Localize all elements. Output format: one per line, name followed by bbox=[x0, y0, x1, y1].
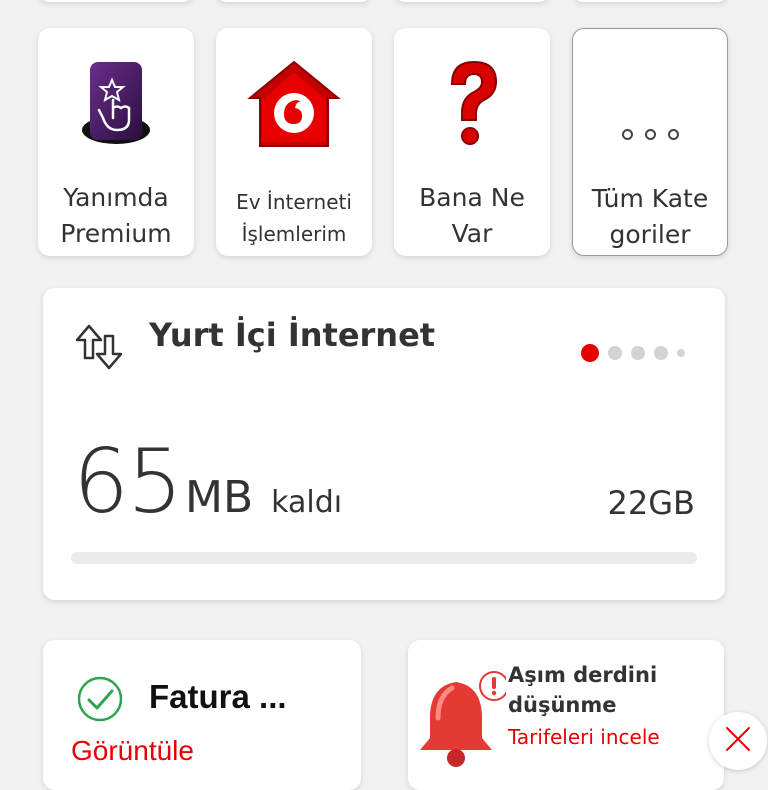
vodafone-home-icon bbox=[216, 58, 372, 178]
tile-label: Yanımda Premium bbox=[60, 183, 172, 248]
remaining-suffix: kaldı bbox=[271, 485, 343, 520]
view-tariffs-link[interactable]: Tarifeleri incele bbox=[508, 725, 660, 749]
question-mark-icon bbox=[394, 58, 550, 178]
close-button[interactable] bbox=[709, 712, 767, 770]
tile-bana-ne-var[interactable]: Bana Ne Var bbox=[394, 28, 550, 256]
tile-label: Ev İnterneti İşlemlerim bbox=[236, 190, 352, 246]
more-dots-icon bbox=[573, 59, 727, 179]
remaining-value: 65 bbox=[73, 430, 183, 533]
tile-label: Tüm Kate goriler bbox=[591, 184, 709, 249]
remaining-amount: 65 MB kaldı bbox=[73, 430, 342, 533]
check-circle-icon bbox=[75, 674, 125, 729]
previous-tile[interactable] bbox=[216, 0, 372, 2]
overuse-title: Aşım derdini düşünme bbox=[508, 663, 658, 717]
remaining-unit: MB bbox=[184, 472, 254, 523]
tile-tum-kategoriler[interactable]: Tüm Kate goriler bbox=[572, 28, 728, 256]
data-transfer-icon bbox=[75, 322, 125, 377]
pager-dot[interactable] bbox=[631, 346, 645, 360]
internet-card-title: Yurt İçi İnternet bbox=[149, 316, 436, 354]
card-pager[interactable] bbox=[581, 344, 685, 362]
alert-bell-icon bbox=[416, 668, 509, 773]
close-icon bbox=[724, 725, 752, 758]
total-quota: 22GB bbox=[607, 484, 695, 522]
pager-dot[interactable] bbox=[677, 349, 685, 357]
pager-dot[interactable] bbox=[654, 346, 668, 360]
tile-ev-interneti[interactable]: Ev İnterneti İşlemlerim bbox=[216, 28, 372, 256]
previous-tile[interactable] bbox=[38, 0, 194, 2]
previous-tile[interactable] bbox=[394, 0, 550, 2]
previous-tile[interactable] bbox=[572, 0, 728, 2]
usage-progress-bar bbox=[71, 552, 697, 564]
pager-dot[interactable] bbox=[608, 346, 622, 360]
premium-touch-icon bbox=[38, 58, 194, 178]
bill-title: Fatura ... bbox=[149, 678, 287, 715]
internet-usage-card[interactable]: Yurt İçi İnternet 65 MB kaldı 22GB bbox=[43, 288, 725, 600]
view-bill-link[interactable]: Görüntüle bbox=[71, 735, 194, 767]
tile-label: Bana Ne Var bbox=[419, 183, 525, 248]
pager-dot-active[interactable] bbox=[581, 344, 599, 362]
tile-yanimda-premium[interactable]: Yanımda Premium bbox=[38, 28, 194, 256]
